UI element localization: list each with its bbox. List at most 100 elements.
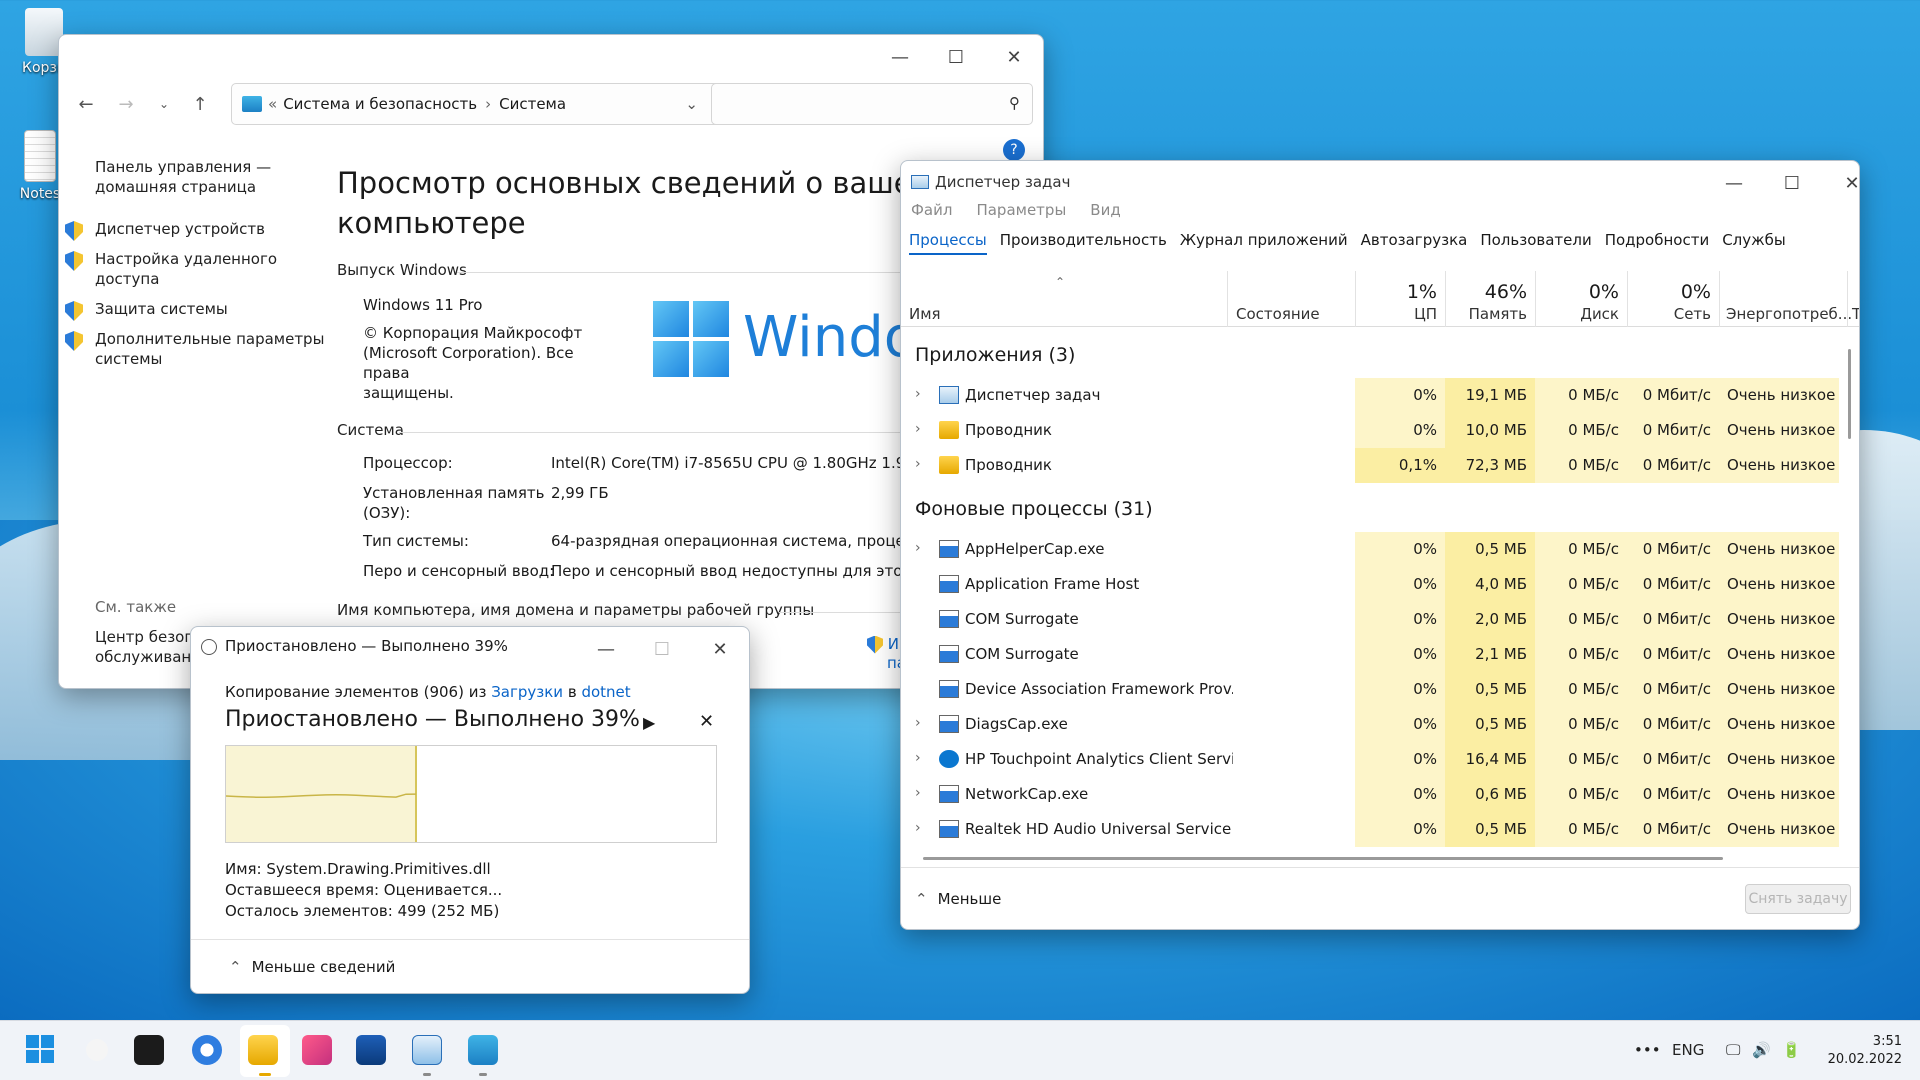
- column-status[interactable]: Состояние: [1227, 271, 1355, 327]
- expand-chevron-icon[interactable]: ›: [915, 540, 921, 556]
- process-row[interactable]: Application Frame Host 0% 4,0 МБ 0 МБ/с 0 Мб…: [901, 567, 1841, 602]
- maximize-button[interactable]: ☐: [1769, 167, 1815, 199]
- expand-chevron-icon[interactable]: ›: [915, 421, 921, 437]
- resume-play-icon[interactable]: ▶: [643, 713, 655, 732]
- forward-arrow-icon[interactable]: →: [111, 91, 141, 117]
- process-mem-cell: 2,0 МБ: [1445, 602, 1535, 637]
- process-row[interactable]: › HP Touchpoint Analytics Client Servi...…: [901, 742, 1841, 777]
- process-mem-cell: 2,1 МБ: [1445, 637, 1535, 672]
- close-button[interactable]: ✕: [991, 41, 1037, 73]
- tab-app-history[interactable]: Журнал приложений: [1180, 231, 1348, 255]
- fewer-details-button[interactable]: ⌃ Меньше сведений: [229, 958, 395, 976]
- close-button[interactable]: ✕: [1829, 167, 1859, 199]
- breadcrumb-overflow[interactable]: «: [268, 95, 277, 113]
- language-indicator[interactable]: ENG: [1672, 1041, 1704, 1059]
- help-icon[interactable]: ?: [1003, 139, 1025, 161]
- process-row[interactable]: › Realtek HD Audio Universal Service 0% 0,5…: [901, 812, 1841, 847]
- browser-icon[interactable]: [192, 1035, 222, 1065]
- menu-view[interactable]: Вид: [1090, 201, 1120, 219]
- process-row[interactable]: › AppHelperCap.exe 0% 0,5 МБ 0 МБ/с 0 Мбит/с О…: [901, 532, 1841, 567]
- vertical-scrollbar[interactable]: [1848, 349, 1851, 439]
- address-dropdown-icon[interactable]: ⌄: [685, 95, 698, 113]
- menu-file[interactable]: Файл: [911, 201, 952, 219]
- tab-performance[interactable]: Производительность: [1000, 231, 1167, 255]
- cancel-copy-icon[interactable]: ✕: [699, 711, 714, 732]
- source-folder-link[interactable]: Загрузки: [491, 683, 563, 701]
- horizontal-scrollbar[interactable]: [923, 857, 1723, 860]
- process-row[interactable]: › Диспетчер задач 0% 19,1 МБ 0 МБ/с 0 Мбит/с О…: [901, 378, 1841, 413]
- expand-chevron-icon[interactable]: ›: [915, 456, 921, 472]
- task-manager-window[interactable]: Диспетчер задач — ☐ ✕ Файл Параметры Вид…: [900, 160, 1860, 930]
- tab-startup[interactable]: Автозагрузка: [1361, 231, 1468, 255]
- network-icon[interactable]: 🖵: [1726, 1041, 1740, 1059]
- up-arrow-icon[interactable]: ↑: [185, 91, 215, 117]
- expand-chevron-icon[interactable]: ›: [915, 715, 921, 731]
- breadcrumb-item[interactable]: Система и безопасность: [283, 95, 477, 113]
- expand-chevron-icon[interactable]: ›: [915, 785, 921, 801]
- left-nav-advanced-settings[interactable]: Дополнительные параметры системы: [95, 329, 324, 369]
- tab-details[interactable]: Подробности: [1605, 231, 1710, 255]
- expand-chevron-icon[interactable]: ›: [915, 750, 921, 766]
- left-nav-remote-settings[interactable]: Настройка удаленного доступа: [95, 249, 277, 289]
- column-name[interactable]: Имя: [901, 271, 1227, 327]
- process-disk-cell: 0 МБ/с: [1535, 413, 1627, 448]
- address-bar[interactable]: « Система и безопасность › Система ⌄ ↻: [231, 83, 757, 125]
- store-icon[interactable]: [356, 1035, 386, 1065]
- see-also-security-link[interactable]: Центр безопа обслуживани: [95, 627, 203, 667]
- process-energy-cell: Очень низкое: [1719, 812, 1839, 847]
- maximize-button[interactable]: ☐: [933, 41, 979, 73]
- process-row[interactable]: Device Association Framework Prov... 0% 0,…: [901, 672, 1841, 707]
- volume-icon[interactable]: 🔊: [1752, 1041, 1771, 1059]
- process-energy-cell: Очень низкое: [1719, 742, 1839, 777]
- process-cpu-cell: 0%: [1355, 777, 1445, 812]
- start-button[interactable]: [26, 1035, 54, 1063]
- tab-processes[interactable]: Процессы: [909, 231, 987, 255]
- terminal-icon[interactable]: [134, 1035, 164, 1065]
- process-row[interactable]: › Проводник 0% 10,0 МБ 0 МБ/с 0 Мбит/с Очень н…: [901, 413, 1841, 448]
- column-energy[interactable]: Энергопотреб...: [1719, 271, 1852, 327]
- column-disk[interactable]: 0% Диск: [1535, 271, 1627, 327]
- minimize-button[interactable]: —: [583, 633, 629, 665]
- clock[interactable]: 3:51 20.02.2022: [1822, 1033, 1902, 1069]
- left-nav-device-manager[interactable]: Диспетчер устройств: [95, 219, 265, 239]
- process-row[interactable]: › DiagsCap.exe 0% 0,5 МБ 0 МБ/с 0 Мбит/с Очень…: [901, 707, 1841, 742]
- close-button[interactable]: ✕: [697, 633, 743, 665]
- end-task-button[interactable]: Снять задачу: [1745, 884, 1851, 914]
- media-player-icon[interactable]: [302, 1035, 332, 1065]
- overflow-menu-icon[interactable]: •••: [1634, 1041, 1661, 1059]
- fewer-details-button[interactable]: ⌃ Меньше: [915, 890, 1001, 908]
- process-cpu-cell: 0%: [1355, 742, 1445, 777]
- destination-folder-link[interactable]: dotnet: [581, 683, 630, 701]
- copy-progress-dialog[interactable]: Приостановлено — Выполнено 39% — ☐ ✕ Коп…: [190, 626, 750, 994]
- tab-users[interactable]: Пользователи: [1480, 231, 1591, 255]
- process-mem-cell: 0,6 МБ: [1445, 777, 1535, 812]
- column-memory[interactable]: 46% Память: [1445, 271, 1535, 327]
- column-energy-trend[interactable]: Т: [1847, 271, 1859, 327]
- left-nav-system-protection[interactable]: Защита системы: [95, 299, 228, 319]
- column-network[interactable]: 0% Сеть: [1627, 271, 1719, 327]
- battery-icon[interactable]: 🔋: [1782, 1041, 1801, 1059]
- control-panel-window[interactable]: — ☐ ✕ ← → ⌄ ↑ « Система и безопасность ›…: [58, 34, 1044, 689]
- recent-chevron-icon[interactable]: ⌄: [149, 91, 179, 117]
- search-input[interactable]: ⚲: [711, 83, 1033, 125]
- left-nav-home-link[interactable]: Панель управления — домашняя страница: [95, 157, 271, 197]
- back-arrow-icon[interactable]: ←: [71, 91, 101, 117]
- process-row[interactable]: COM Surrogate 0% 2,1 МБ 0 МБ/с 0 Мбит/с Очень…: [901, 637, 1841, 672]
- chevron-up-icon: ⌃: [915, 890, 928, 908]
- minimize-button[interactable]: —: [877, 41, 923, 73]
- file-explorer-icon[interactable]: [248, 1035, 278, 1065]
- column-cpu[interactable]: 1% ЦП: [1355, 271, 1445, 327]
- process-row[interactable]: › Проводник 0,1% 72,3 МБ 0 МБ/с 0 Мбит/с Очень…: [901, 448, 1841, 483]
- clock-time: 3:51: [1872, 1034, 1902, 1049]
- process-row[interactable]: › NetworkCap.exe 0% 0,6 МБ 0 МБ/с 0 Мбит/с Оче…: [901, 777, 1841, 812]
- breadcrumb-item[interactable]: Система: [499, 95, 566, 113]
- task-manager-icon[interactable]: [412, 1035, 442, 1065]
- minimize-button[interactable]: —: [1711, 167, 1757, 199]
- menu-options[interactable]: Параметры: [976, 201, 1066, 219]
- expand-chevron-icon[interactable]: ›: [915, 820, 921, 836]
- expand-chevron-icon[interactable]: ›: [915, 386, 921, 402]
- tab-services[interactable]: Службы: [1722, 231, 1786, 255]
- process-row[interactable]: COM Surrogate 0% 2,0 МБ 0 МБ/с 0 Мбит/с Очень…: [901, 602, 1841, 637]
- control-panel-icon[interactable]: [468, 1035, 498, 1065]
- search-icon[interactable]: [86, 1039, 108, 1061]
